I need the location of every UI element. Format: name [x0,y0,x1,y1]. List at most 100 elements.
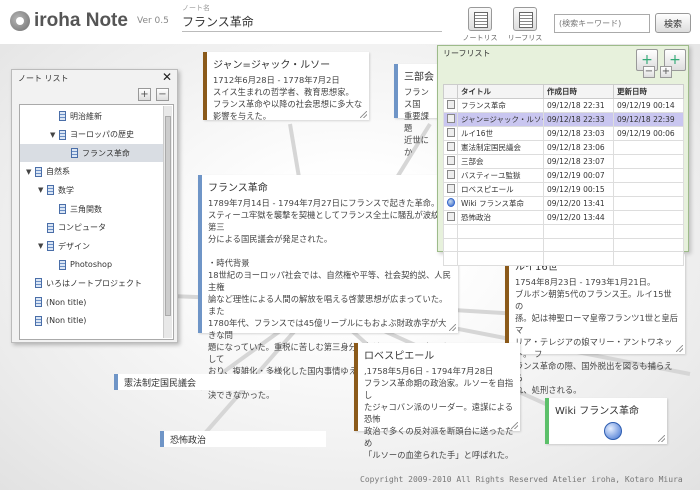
notebook-icon [59,204,66,214]
column-header[interactable]: タイトル [457,84,544,99]
leaf-row[interactable]: ルイ16世 09/12/18 23:03 09/12/19 00:06 [443,126,684,141]
logo-icon [10,11,30,31]
app-logo: iroha Note [10,9,128,33]
leaf-created-cell: 09/12/18 22:31 [543,98,614,113]
leaf-created-cell: 09/12/20 13:44 [543,210,614,225]
leaf-title-cell: 憲法制定国民議会 [457,140,544,155]
leaf-updated-cell [613,196,684,211]
close-icon[interactable]: ✕ [162,70,172,84]
note-tree[interactable]: 明治維新 ▼ ヨーロッパの歴史 フランス革命 ▼ 自然系 ▼ 数学三角関数コンピュータ ▼ デザイ… [19,104,174,340]
leaf-created-cell [543,251,614,266]
leaf-updated-cell [613,168,684,183]
card-title: 恐怖政治 [170,436,207,446]
notebook-icon [59,111,66,121]
leaf-title-cell: ルイ16世 [457,126,544,141]
card-title: Wiki フランス革命 [555,406,639,417]
leaf-row[interactable]: 憲法制定国民議会 09/12/18 23:06 [443,140,684,155]
tree-item[interactable]: (Non title) [20,293,163,311]
card-sanbukai[interactable]: 三部会 フランス国 重要課題 近世にか [394,64,440,157]
leaf-row[interactable] [443,224,684,239]
leaf-title-cell: フランス革命 [457,98,544,113]
tree-item-label: いろはノートプロジェクト [46,278,142,288]
resize-handle-icon[interactable] [449,324,456,331]
card-body: ,1758年5月6日 - 1794年7月28日 フランス革命期の政治家。ルソーを… [364,366,514,460]
tree-item[interactable]: フランス革命 [20,144,163,163]
remove-leaf-button[interactable]: − [643,66,655,78]
notebook-icon [47,185,54,196]
leaf-row[interactable] [443,237,684,253]
leaf-icon-cell [443,237,458,253]
tree-item-label: 三角関数 [70,204,102,214]
notebook-icon [35,166,42,177]
tree-item[interactable]: いろはノートプロジェクト [20,274,163,292]
search-input[interactable] [554,14,650,33]
search-button[interactable]: 検索 [655,13,691,33]
card-kenpou[interactable]: 憲法制定国民議会 [114,374,280,390]
leaf-title-cell [457,224,544,239]
tree-item[interactable]: 三角関数 [20,200,163,218]
resize-handle-icon[interactable] [676,345,683,352]
leaf-title-cell: ロベスピエール [457,182,544,197]
tree-item[interactable]: ▼ ヨーロッパの歴史 [20,126,163,144]
remove-note-button[interactable]: − [156,88,169,101]
tree-item[interactable]: Photoshop [20,256,163,274]
expand-triangle-icon[interactable]: ▼ [38,186,47,194]
card-wiki[interactable]: Wiki フランス革命 [545,398,667,444]
leaf-doc-icon [447,156,455,165]
leaf-table-header: タイトル 作成日時 更新日時 [443,84,684,99]
tree-item[interactable]: ▼ デザイン [20,237,163,255]
tree-item-label: 明治維新 [70,111,102,121]
leaf-doc-icon [447,100,455,109]
resize-handle-icon[interactable] [658,435,665,442]
tree-item[interactable]: ▼ 自然系 [20,163,163,181]
leaf-row[interactable]: 三部会 09/12/18 23:07 [443,154,684,169]
card-france-revolution[interactable]: フランス革命 1789年7月14日 - 1794年7月27日にフランスで起きた革… [198,175,458,400]
note-name-field[interactable]: フランス革命 [182,12,442,32]
expand-triangle-icon[interactable]: ▼ [38,242,47,250]
leaf-row[interactable]: ロベスピエール 09/12/19 00:15 [443,182,684,197]
tree-item-label: コンピュータ [58,223,106,233]
add-note-button[interactable]: + [138,88,151,101]
globe-icon [447,198,455,207]
leaf-icon-cell [443,210,458,225]
leaf-row[interactable]: フランス革命 09/12/18 22:31 09/12/19 00:14 [443,98,684,113]
leaf-updated-cell [613,140,684,155]
leaf-row[interactable]: ジャン=ジャック・ルソー 09/12/18 22:33 09/12/18 22:39 [443,112,684,127]
tree-item-label: デザイン [58,241,90,251]
leaf-row[interactable]: Wiki フランス革命 09/12/20 13:41 [443,196,684,211]
card-robespierre[interactable]: ロベスピエール ,1758年5月6日 - 1794年7月28日 フランス革命期の… [354,343,520,460]
leaf-list-button[interactable]: リーフリスト [507,7,543,52]
column-header[interactable]: 更新日時 [613,84,684,99]
note-list-title: ノート リスト [18,74,69,83]
leaf-row[interactable] [443,251,684,266]
leaf-created-cell: 09/12/20 13:41 [543,196,614,211]
resize-handle-icon[interactable] [511,422,518,429]
resize-handle-icon[interactable] [360,111,367,118]
tree-item[interactable]: コンピュータ [20,219,163,237]
leaf-row[interactable]: 恐怖政治 09/12/20 13:44 [443,210,684,225]
scrollbar-thumb[interactable] [165,116,171,316]
leaf-list-panel[interactable]: リーフリスト + + − + タイトル 作成日時 更新日時 フランス革命 09/1… [437,45,689,266]
expand-triangle-icon[interactable]: ▼ [50,131,59,139]
scrollbar[interactable] [163,106,172,338]
leaf-icon-cell [443,224,458,239]
icon-column-header [443,84,458,99]
tree-item-label: Photoshop [70,260,113,270]
add-leaf-small-button[interactable]: + [660,66,672,78]
card-rousseau[interactable]: ジャン=ジャック・ルソー 1712年6月28日 - 1778年7月2日 スイス生… [203,52,369,121]
leaf-updated-cell: 09/12/19 00:06 [613,126,684,141]
card-kyoufu[interactable]: 恐怖政治 [160,431,326,447]
note-list-panel[interactable]: ノート リスト ✕ + − 明治維新 ▼ ヨーロッパの歴史 フランス革命 ▼ 自然系 ▼ 数学… [11,69,178,343]
leaf-doc-icon [447,142,455,151]
tree-item[interactable]: (Non title) [20,312,163,330]
note-list-button[interactable]: ノートリスト [462,7,498,52]
card-louis16[interactable]: ルイ16世 1754年8月23日 - 1793年1月21日。 ブルボン朝第5代の… [505,254,685,395]
column-header[interactable]: 作成日時 [543,84,614,99]
expand-triangle-icon[interactable]: ▼ [26,168,35,176]
leaf-list-title: リーフリスト [443,49,491,58]
tree-item[interactable]: ▼ 数学 [20,181,163,199]
leaf-row[interactable]: バスティーユ監獄 09/12/19 00:07 [443,168,684,183]
card-title: ジャン=ジャック・ルソー [213,60,331,71]
card-title: 三部会 [404,72,434,83]
tree-item[interactable]: 明治維新 [20,107,163,125]
